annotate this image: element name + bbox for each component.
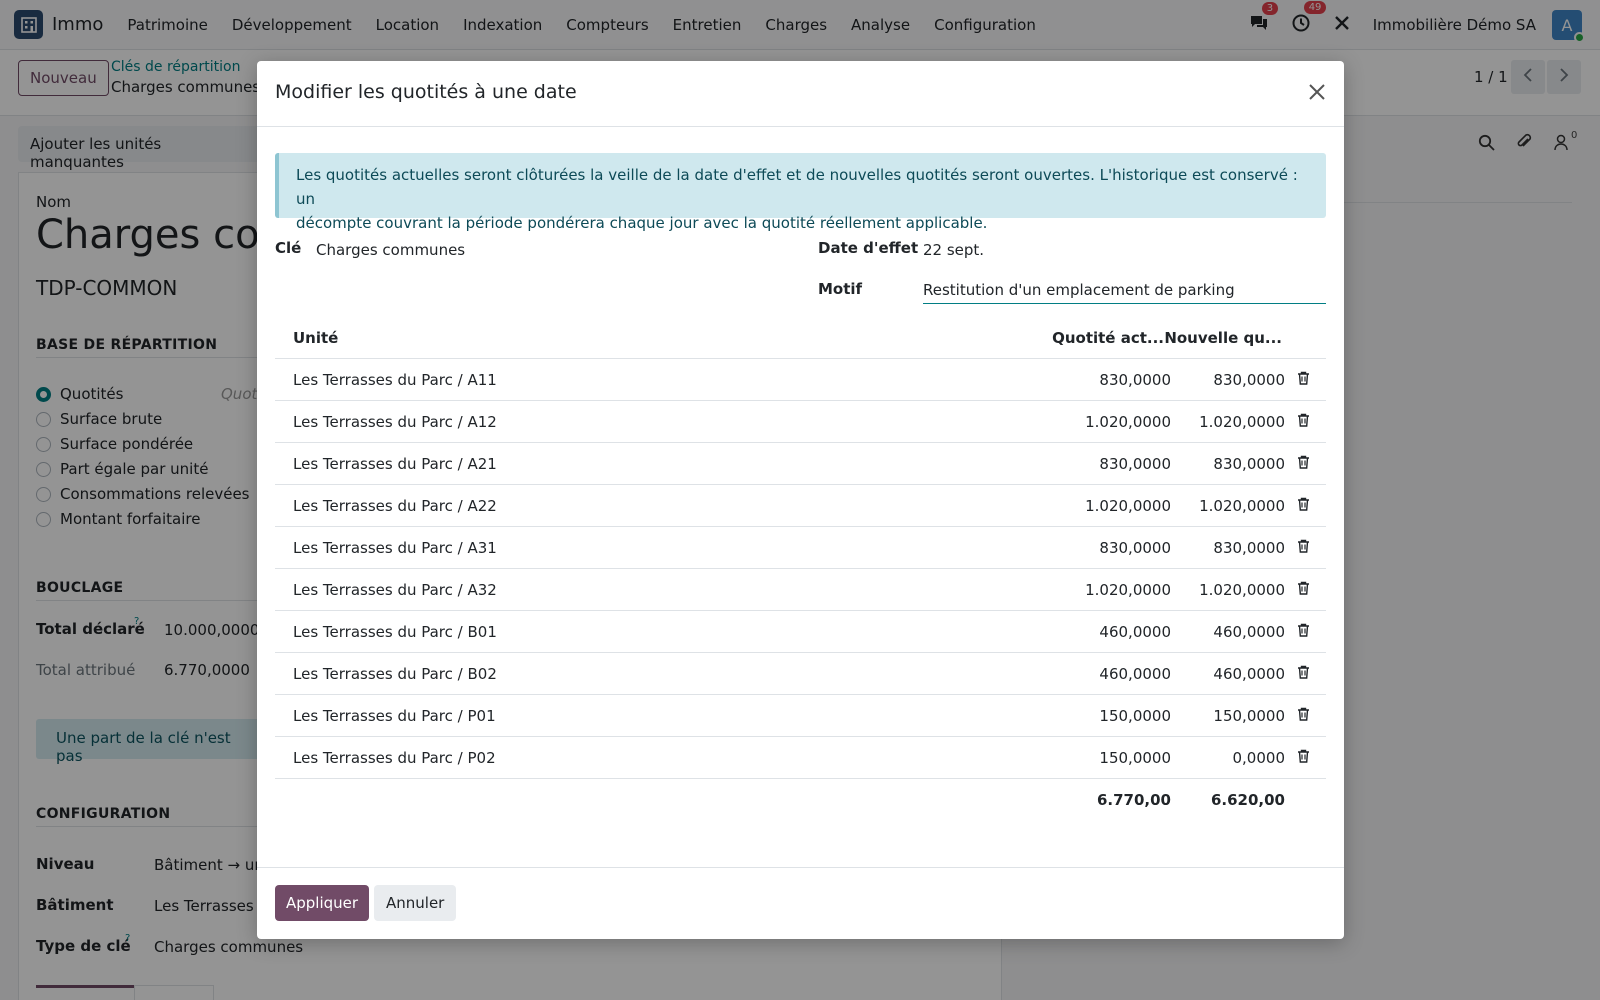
dialog-title: Modifier les quotités à une date	[275, 81, 577, 103]
edit-quotites-dialog: Modifier les quotités à une date Les quo…	[257, 61, 1344, 939]
current-quotite-cell: 150,0000	[1099, 707, 1171, 725]
new-quotite-cell[interactable]: 1.020,0000	[1199, 413, 1285, 431]
close-button[interactable]	[1302, 79, 1332, 109]
total-new: 6.620,00	[1210, 791, 1285, 809]
apply-button[interactable]: Appliquer	[275, 885, 370, 921]
column-new-quotite[interactable]: Nouvelle qu...	[1164, 329, 1282, 347]
unit-cell[interactable]: Les Terrasses du Parc / A22	[293, 497, 497, 515]
trash-icon	[1297, 497, 1310, 515]
table-row[interactable]: Les Terrasses du Parc / A12 1.020,0000 1.0…	[275, 401, 1326, 443]
new-quotite-cell[interactable]: 830,0000	[1213, 371, 1285, 389]
key-value: Charges communes	[316, 241, 466, 259]
delete-row-button[interactable]	[1297, 413, 1310, 431]
table-row[interactable]: Les Terrasses du Parc / P02 150,0000 0,000…	[275, 737, 1326, 779]
unit-cell[interactable]: Les Terrasses du Parc / A21	[293, 455, 497, 473]
table-row[interactable]: Les Terrasses du Parc / A11 830,0000 830,0…	[275, 359, 1326, 401]
trash-icon	[1297, 623, 1310, 641]
quotites-table: Unité Quotité act... Nouvelle qu... Les …	[275, 317, 1326, 821]
current-quotite-cell: 1.020,0000	[1085, 581, 1171, 599]
effective-date-value[interactable]: 22 sept.	[923, 241, 984, 259]
table-body: Les Terrasses du Parc / A11 830,0000 830,0…	[275, 359, 1326, 779]
unit-cell[interactable]: Les Terrasses du Parc / B01	[293, 623, 497, 641]
unit-cell[interactable]: Les Terrasses du Parc / A12	[293, 413, 497, 431]
column-unit[interactable]: Unité	[293, 329, 338, 347]
unit-cell[interactable]: Les Terrasses du Parc / P02	[293, 749, 496, 767]
info-line-2: décompte couvrant la période pondérera c…	[296, 214, 988, 232]
unit-cell[interactable]: Les Terrasses du Parc / A32	[293, 581, 497, 599]
trash-icon	[1297, 371, 1310, 389]
current-quotite-cell: 830,0000	[1099, 455, 1171, 473]
current-quotite-cell: 150,0000	[1099, 749, 1171, 767]
trash-icon	[1297, 539, 1310, 557]
info-alert: Les quotités actuelles seront clôturées …	[275, 153, 1326, 232]
trash-icon	[1297, 413, 1310, 431]
delete-row-button[interactable]	[1297, 581, 1310, 599]
current-quotite-cell: 1.020,0000	[1085, 497, 1171, 515]
current-quotite-cell: 830,0000	[1099, 371, 1171, 389]
table-row[interactable]: Les Terrasses du Parc / A32 1.020,0000 1.0…	[275, 569, 1326, 611]
trash-icon	[1297, 455, 1310, 473]
new-quotite-cell[interactable]: 1.020,0000	[1199, 497, 1285, 515]
key-label: Clé	[275, 239, 302, 257]
current-quotite-cell: 460,0000	[1099, 665, 1171, 683]
new-quotite-cell[interactable]: 0,0000	[1233, 749, 1286, 767]
table-row[interactable]: Les Terrasses du Parc / B01 460,0000 460,0…	[275, 611, 1326, 653]
delete-row-button[interactable]	[1297, 749, 1310, 767]
info-line-1: Les quotités actuelles seront clôturées …	[296, 166, 1298, 208]
new-quotite-cell[interactable]: 150,0000	[1213, 707, 1285, 725]
trash-icon	[1297, 749, 1310, 767]
unit-cell[interactable]: Les Terrasses du Parc / A11	[293, 371, 497, 389]
table-header: Unité Quotité act... Nouvelle qu...	[275, 317, 1326, 359]
unit-cell[interactable]: Les Terrasses du Parc / P01	[293, 707, 496, 725]
trash-icon	[1297, 707, 1310, 725]
table-row[interactable]: Les Terrasses du Parc / B02 460,0000 460,0…	[275, 653, 1326, 695]
dialog-header: Modifier les quotités à une date	[257, 61, 1344, 127]
effective-date-label: Date d'effet	[818, 239, 919, 257]
delete-row-button[interactable]	[1297, 623, 1310, 641]
delete-row-button[interactable]	[1297, 371, 1310, 389]
table-row[interactable]: Les Terrasses du Parc / A31 830,0000 830,0…	[275, 527, 1326, 569]
delete-row-button[interactable]	[1297, 497, 1310, 515]
table-row[interactable]: Les Terrasses du Parc / P01 150,0000 150,0…	[275, 695, 1326, 737]
new-quotite-cell[interactable]: 1.020,0000	[1199, 581, 1285, 599]
current-quotite-cell: 1.020,0000	[1085, 413, 1171, 431]
unit-cell[interactable]: Les Terrasses du Parc / A31	[293, 539, 497, 557]
new-quotite-cell[interactable]: 460,0000	[1213, 623, 1285, 641]
table-row[interactable]: Les Terrasses du Parc / A21 830,0000 830,0…	[275, 443, 1326, 485]
table-footer: 6.770,00 6.620,00	[275, 779, 1326, 821]
delete-row-button[interactable]	[1297, 707, 1310, 725]
delete-row-button[interactable]	[1297, 455, 1310, 473]
motif-label: Motif	[818, 280, 863, 298]
delete-row-button[interactable]	[1297, 539, 1310, 557]
delete-row-button[interactable]	[1297, 665, 1310, 683]
trash-icon	[1297, 581, 1310, 599]
current-quotite-cell: 460,0000	[1099, 623, 1171, 641]
new-quotite-cell[interactable]: 460,0000	[1213, 665, 1285, 683]
unit-cell[interactable]: Les Terrasses du Parc / B02	[293, 665, 497, 683]
motif-input[interactable]	[923, 272, 1326, 304]
table-row[interactable]: Les Terrasses du Parc / A22 1.020,0000 1.0…	[275, 485, 1326, 527]
total-current: 6.770,00	[1096, 791, 1171, 809]
column-current-quotite[interactable]: Quotité act...	[1052, 329, 1164, 347]
dialog-footer: Appliquer Annuler	[257, 867, 1344, 939]
cancel-button[interactable]: Annuler	[374, 885, 457, 921]
trash-icon	[1297, 665, 1310, 683]
new-quotite-cell[interactable]: 830,0000	[1213, 455, 1285, 473]
close-icon	[1308, 83, 1326, 105]
new-quotite-cell[interactable]: 830,0000	[1213, 539, 1285, 557]
current-quotite-cell: 830,0000	[1099, 539, 1171, 557]
